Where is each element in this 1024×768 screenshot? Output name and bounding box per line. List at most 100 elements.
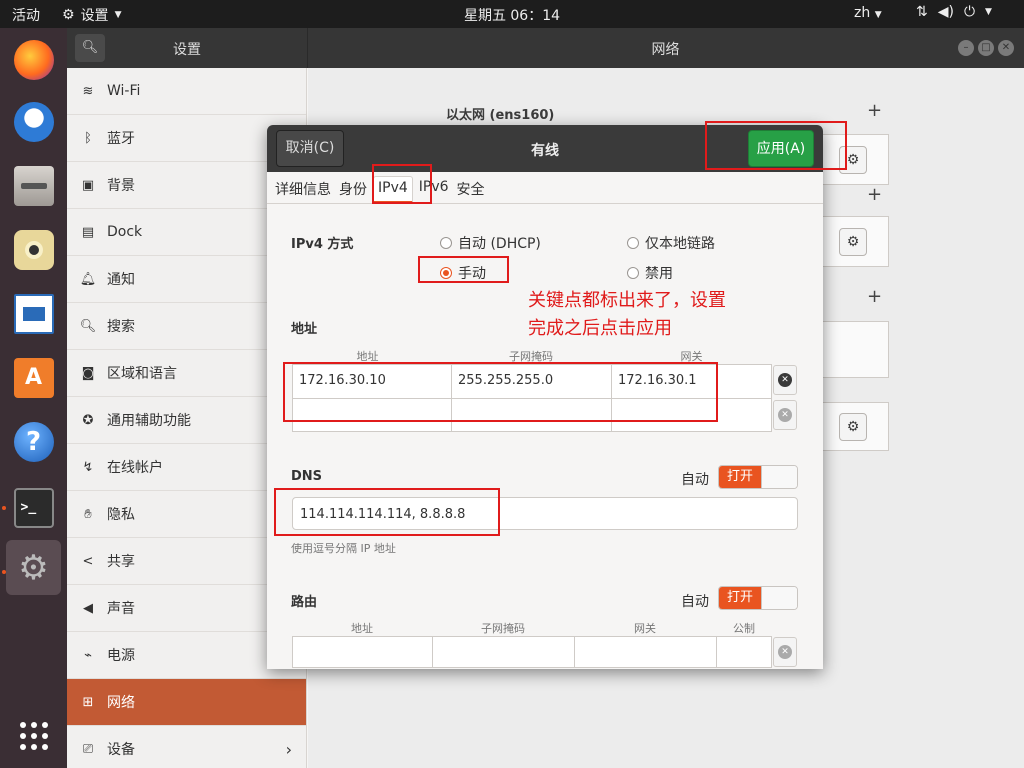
- sidebar-item-label: 蓝牙: [107, 131, 135, 147]
- system-tray[interactable]: ⇅ ◀) ⏻ ▼: [916, 4, 992, 20]
- clock[interactable]: 星期五 06：14: [464, 8, 560, 24]
- radio-link-local[interactable]: 仅本地链路: [627, 233, 715, 253]
- add-proxy-plus-icon[interactable]: +: [867, 286, 882, 307]
- close-circle-icon: ✕: [778, 645, 792, 659]
- dock-thunderbird[interactable]: [6, 94, 61, 149]
- sidebar-item-label: Dock: [107, 224, 143, 240]
- switch-knob: [761, 587, 797, 609]
- online-accounts-icon: ↯: [82, 459, 94, 475]
- route-address-input[interactable]: [293, 637, 433, 667]
- app-menu-label: 设置: [80, 8, 109, 24]
- sidebar-item-label: 声音: [107, 601, 135, 617]
- window-controls: – □ ✕: [958, 40, 1014, 56]
- sidebar-item-label: 隐私: [107, 507, 135, 523]
- chevron-down-icon: ▼: [985, 7, 992, 17]
- network-icon: ⊞: [82, 694, 94, 710]
- dock-app-grid[interactable]: [6, 708, 61, 763]
- power-plug-icon: ⌁: [84, 647, 92, 663]
- network-icon: ⇅: [916, 4, 928, 20]
- column-header: 子网掩码: [481, 622, 525, 635]
- minimize-icon[interactable]: –: [958, 40, 974, 56]
- close-circle-icon: ✕: [778, 373, 792, 387]
- accessibility-icon: ✪: [82, 412, 94, 428]
- thunderbird-icon: [13, 101, 54, 142]
- dock-help[interactable]: ?: [6, 414, 61, 469]
- dns-hint: 使用逗号分隔 IP 地址: [291, 542, 396, 555]
- annotation-line: 关键点都标出来了，设置: [528, 290, 726, 311]
- software-icon: A: [13, 357, 54, 398]
- sidebar-item-label: 区域和语言: [107, 366, 177, 382]
- sidebar-item-label: 设备: [107, 742, 135, 758]
- input-language-menu[interactable]: zh ▼: [854, 5, 882, 21]
- annotation-text: 关键点都标出来了，设置 完成之后点击应用: [528, 287, 726, 343]
- dns-label: DNS: [291, 469, 323, 484]
- delete-route-button[interactable]: ✕: [773, 637, 797, 667]
- bell-icon: 🔔︎: [79, 271, 97, 287]
- gear-icon[interactable]: ⚙: [839, 228, 867, 256]
- chevron-down-icon: ▼: [114, 10, 122, 20]
- radio-auto-dhcp[interactable]: 自动 (DHCP): [440, 233, 541, 253]
- dock-files[interactable]: [6, 158, 61, 213]
- switch-knob: [761, 466, 797, 488]
- add-connection-plus-icon[interactable]: +: [867, 100, 882, 121]
- switch-on-label: 打开: [719, 587, 761, 609]
- sidebar-item-label: Wi-Fi: [107, 83, 141, 99]
- dock-settings[interactable]: ⚙: [6, 540, 61, 595]
- sidebar-item-network[interactable]: ⊞ 网络: [67, 679, 306, 726]
- routes-auto-switch[interactable]: 打开: [718, 586, 798, 610]
- route-metric-input[interactable]: [717, 637, 771, 667]
- activities-button[interactable]: 活动: [12, 5, 40, 25]
- radio-disabled[interactable]: 禁用: [627, 263, 673, 283]
- add-vpn-plus-icon[interactable]: +: [867, 184, 882, 205]
- sidebar-item-label: 在线帐户: [107, 460, 163, 476]
- radio-indicator: [627, 237, 639, 249]
- maximize-icon[interactable]: □: [978, 40, 994, 56]
- dock-rhythmbox[interactable]: [6, 222, 61, 277]
- settings-icon: ⚙: [18, 547, 49, 588]
- annotation-box-dns: [274, 488, 500, 536]
- tab-identity[interactable]: 身份: [335, 172, 371, 204]
- speaker-icon: ◀︎: [83, 600, 93, 616]
- dock: A ? >_ ⚙: [0, 28, 67, 768]
- page-title: 网络: [651, 42, 680, 58]
- cancel-button[interactable]: 取消(C): [276, 130, 344, 167]
- gear-icon[interactable]: ⚙: [839, 413, 867, 441]
- dns-auto-switch[interactable]: 打开: [718, 465, 798, 489]
- route-gateway-input[interactable]: [575, 637, 717, 667]
- address-section-title: 地址: [291, 322, 318, 337]
- share-icon: <: [82, 553, 94, 569]
- chevron-right-icon: ›: [285, 739, 292, 759]
- routes-label: 路由: [291, 595, 318, 610]
- column-header: 地址: [351, 622, 373, 635]
- sidebar-item-wifi[interactable]: ≋ Wi-Fi: [67, 68, 306, 115]
- annotation-box-address: [283, 362, 718, 422]
- sidebar-item-label: 通知: [107, 272, 135, 288]
- delete-address-button[interactable]: ✕: [773, 365, 797, 395]
- wifi-icon: ≋: [82, 83, 94, 99]
- privacy-hand-icon: ✋︎: [84, 506, 92, 522]
- sidebar-item-label: 背景: [107, 178, 135, 194]
- route-netmask-input[interactable]: [433, 637, 575, 667]
- settings-gear-icon: ⚙: [62, 7, 75, 23]
- close-circle-icon: ✕: [778, 408, 792, 422]
- sidebar-title: 设置: [173, 42, 201, 58]
- dock-terminal[interactable]: >_: [6, 480, 61, 535]
- dock-software[interactable]: A: [6, 350, 61, 405]
- tab-details[interactable]: 详细信息: [271, 172, 335, 204]
- close-icon[interactable]: ✕: [998, 40, 1014, 56]
- terminal-icon: >_: [13, 487, 54, 528]
- tab-security[interactable]: 安全: [453, 172, 489, 204]
- dock-icon: ▤: [81, 224, 95, 240]
- delete-address-button[interactable]: ✕: [773, 400, 797, 430]
- dock-firefox[interactable]: [6, 32, 61, 87]
- chevron-down-icon: ▼: [874, 10, 882, 20]
- dialog-tabs: 详细信息 身份 IPv4 IPv6 安全: [267, 172, 823, 204]
- annotation-box-apply: [705, 121, 847, 170]
- sidebar-item-devices[interactable]: ⎚ 设备 ›: [67, 726, 306, 768]
- column-header: 公制: [733, 622, 755, 635]
- dns-auto-label: 自动: [681, 472, 709, 488]
- dock-writer[interactable]: [6, 286, 61, 341]
- app-menu[interactable]: ⚙ 设置 ▼: [62, 5, 121, 25]
- writer-icon: [13, 293, 54, 334]
- region-icon: ◙: [81, 365, 95, 381]
